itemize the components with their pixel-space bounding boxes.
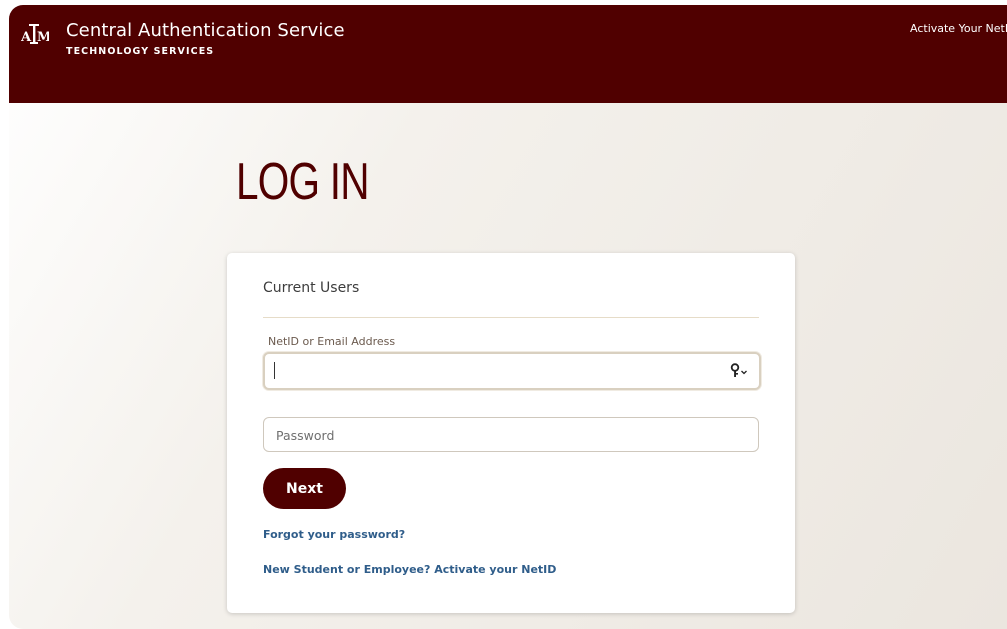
netid-field-label: NetID or Email Address <box>268 335 396 348</box>
svg-text:M: M <box>37 30 49 45</box>
atm-logo-icon[interactable]: A M <box>21 20 49 48</box>
site-header: A M Central Authentication Service TECHN… <box>9 5 1007 103</box>
forgot-password-link[interactable]: Forgot your password? <box>263 528 405 541</box>
text-cursor <box>274 362 275 379</box>
password-input[interactable] <box>274 418 748 453</box>
netid-field[interactable] <box>263 352 761 390</box>
login-card: Current Users NetID or Email Address Nex… <box>227 253 795 613</box>
password-manager-key-icon[interactable] <box>729 363 751 379</box>
app-subtitle: TECHNOLOGY SERVICES <box>66 46 215 57</box>
app-title: Central Authentication Service <box>66 20 345 41</box>
password-field[interactable] <box>263 417 759 453</box>
divider <box>263 317 759 318</box>
section-heading: Current Users <box>263 280 360 296</box>
next-button[interactable]: Next <box>263 468 346 509</box>
page-title: LOG IN <box>236 153 370 211</box>
activate-netid-link[interactable]: New Student or Employee? Activate your N… <box>263 563 556 576</box>
activate-netid-header-link[interactable]: Activate Your NetID <box>910 22 1007 35</box>
netid-input[interactable] <box>279 354 723 390</box>
